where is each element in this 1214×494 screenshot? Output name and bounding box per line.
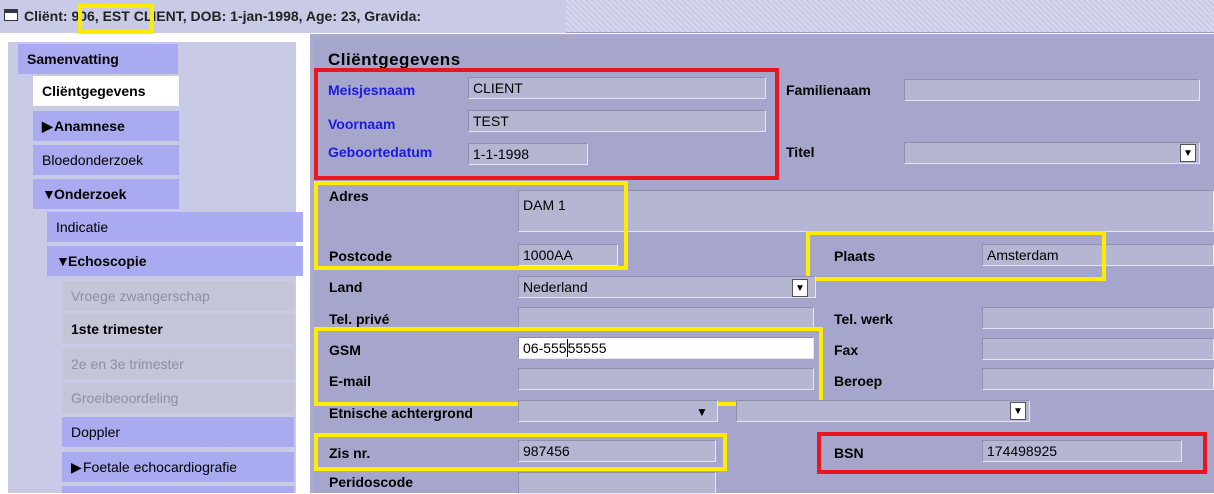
land-label: Land	[329, 279, 363, 295]
sidebar-item-label: Doppler	[71, 424, 121, 440]
sidebar-item-echoscopie[interactable]: ▼Echoscopie	[47, 246, 303, 276]
gsm-value-start: 06-555	[523, 340, 567, 356]
titel-select[interactable]	[904, 142, 1200, 164]
familienaam-field[interactable]	[904, 79, 1200, 101]
bsn-label: BSN	[834, 445, 864, 461]
sidebar-item-doppler[interactable]: Doppler	[62, 417, 294, 447]
familienaam-label: Familienaam	[786, 82, 871, 98]
sidebar-item-label: Samenvatting	[27, 51, 119, 67]
voornaam-field[interactable]: TEST	[468, 110, 766, 132]
sidebar-item-vroege-zwangerschap[interactable]: Vroege zwangerschap	[62, 281, 294, 311]
etnische-2-dropdown-arrow-icon[interactable]: ▼	[1010, 402, 1026, 420]
geboortedatum-label: Geboortedatum	[328, 144, 433, 160]
zis-nr-field[interactable]: 987456	[518, 440, 716, 462]
window-icon[interactable]	[4, 9, 18, 21]
sidebar-item-samenvatting[interactable]: Samenvatting	[18, 44, 178, 74]
sidebar-item-indicatie[interactable]: Indicatie	[47, 212, 303, 242]
title-text-area: Cliënt: 906, EST CLIENT, DOB: 1-jan-1998…	[0, 0, 566, 33]
tel-prive-label: Tel. privé	[329, 311, 390, 327]
sidebar-item-label: Bloedonderzoek	[42, 152, 144, 168]
window-title-bar: Cliënt: 906, EST CLIENT, DOB: 1-jan-1998…	[0, 0, 1214, 33]
etnische-achtergrond-label: Etnische achtergrond	[329, 405, 473, 421]
sidebar-item-1ste-trimester[interactable]: 1ste trimester	[62, 314, 294, 344]
meisjesnaam-field[interactable]: CLIENT	[468, 77, 766, 99]
title-prefix: Cliënt:	[24, 8, 68, 24]
plaats-field[interactable]: Amsterdam	[982, 244, 1214, 266]
expand-arrow-icon[interactable]: ▶	[42, 111, 54, 141]
tel-werk-field[interactable]	[982, 307, 1214, 329]
bsn-field[interactable]: 174498925	[982, 440, 1182, 462]
adres-field[interactable]: DAM 1	[518, 190, 1214, 232]
sidebar-item-label: Echoscopie	[68, 253, 147, 269]
land-dropdown-arrow-icon[interactable]: ▼	[792, 279, 808, 297]
fax-label: Fax	[834, 342, 859, 358]
title-rest: EST CLIENT, DOB: 1-jan-1998, Age: 23, Gr…	[102, 8, 422, 24]
sidebar-item-groeibeoordeling[interactable]: Groeibeoordeling	[62, 383, 294, 413]
sidebar-item-bloedonderzoek[interactable]: Bloedonderzoek	[33, 145, 179, 175]
sidebar-item-partial[interactable]	[62, 486, 294, 493]
peridoscode-label: Peridoscode	[329, 474, 414, 490]
collapse-arrow-icon[interactable]: ▼	[56, 246, 70, 276]
sidebar-item-label: Vroege zwangerschap	[71, 288, 210, 304]
tel-werk-label: Tel. werk	[834, 311, 893, 327]
titel-dropdown-arrow-icon[interactable]: ▼	[1180, 144, 1196, 162]
sidebar-item-label: Foetale echocardiografie	[83, 459, 238, 475]
zis-nr-label: Zis nr.	[329, 445, 371, 461]
sidebar-item-label: Groeibeoordeling	[71, 390, 179, 406]
geboortedatum-field[interactable]: 1-1-1998	[468, 143, 588, 165]
sidebar-item-label: Cliëntgegevens	[42, 83, 146, 99]
expand-arrow-icon[interactable]: ▶	[71, 452, 83, 482]
etnische-select-1[interactable]	[518, 400, 718, 422]
beroep-field[interactable]	[982, 368, 1214, 390]
client-number: 906,	[71, 8, 99, 24]
sidebar-item-onderzoek[interactable]: ▼Onderzoek	[33, 179, 179, 209]
postcode-label: Postcode	[329, 248, 393, 264]
peridoscode-field[interactable]	[518, 472, 716, 494]
window-title: Cliënt: 906, EST CLIENT, DOB: 1-jan-1998…	[24, 8, 421, 24]
section-title: Cliëntgegevens	[328, 50, 461, 69]
beroep-label: Beroep	[834, 373, 883, 389]
land-select[interactable]: Nederland	[518, 276, 816, 298]
titel-label: Titel	[786, 144, 815, 160]
etnische-select-2[interactable]	[736, 400, 1030, 422]
gsm-label: GSM	[329, 342, 361, 358]
email-label: E-mail	[329, 373, 372, 389]
fax-field[interactable]	[982, 338, 1214, 360]
sidebar-item-label: Indicatie	[56, 219, 109, 235]
sidebar-item-label: Anamnese	[54, 118, 125, 134]
collapse-arrow-icon[interactable]: ▼	[42, 179, 56, 209]
gsm-field[interactable]: 06-55555555	[518, 337, 814, 359]
email-field[interactable]	[518, 368, 814, 390]
sidebar-item-label: 1ste trimester	[71, 321, 163, 337]
sidebar-item-clientgegevens[interactable]: Cliëntgegevens	[33, 76, 179, 106]
sidebar-item-foetale-echocardiografie[interactable]: ▶Foetale echocardiografie	[62, 452, 294, 482]
adres-label: Adres	[329, 188, 369, 204]
sidebar-item-label: Onderzoek	[54, 186, 127, 202]
gsm-value-end: 55555	[567, 340, 607, 356]
text-cursor	[566, 339, 568, 358]
etnische-1-dropdown-arrow-icon[interactable]: ▼	[694, 403, 710, 421]
postcode-field[interactable]: 1000AA	[518, 244, 618, 266]
meisjesnaam-label: Meisjesnaam	[328, 82, 416, 98]
voornaam-label: Voornaam	[328, 116, 396, 132]
plaats-label: Plaats	[834, 248, 876, 264]
sidebar-item-anamnese[interactable]: ▶Anamnese	[33, 111, 179, 141]
sidebar-item-label: 2e en 3e trimester	[71, 356, 184, 372]
sidebar-item-2e-en-3e-trimester[interactable]: 2e en 3e trimester	[62, 349, 294, 379]
tel-prive-field[interactable]	[518, 307, 814, 329]
